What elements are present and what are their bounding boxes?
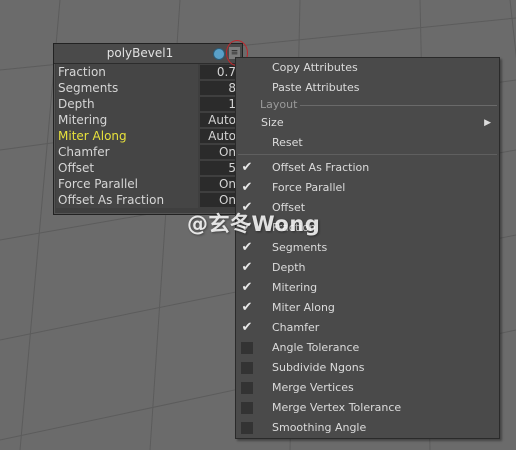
menu-item-label: Copy Attributes: [272, 61, 358, 74]
check-icon: ✔: [241, 180, 253, 195]
menu-item-label: Merge Vertices: [272, 381, 354, 394]
menu-item-label: Offset As Fraction: [272, 161, 370, 174]
attribute-label: Offset As Fraction: [58, 193, 165, 207]
menu-item-label: Chamfer: [272, 321, 320, 334]
watermark: @玄冬Wong: [187, 212, 321, 236]
section-divider: [300, 105, 497, 106]
menu-item-toggle[interactable]: ✔ Depth: [236, 258, 499, 278]
context-menu: Copy Attributes Paste Attributes Layout …: [235, 57, 500, 439]
attribute-label: Depth: [58, 97, 95, 111]
menu-section-layout: Layout: [236, 95, 499, 115]
panel-title: polyBevel1 ≡: [54, 44, 242, 64]
attribute-value-field[interactable]: 5: [200, 161, 238, 175]
menu-item-toggle[interactable]: Merge Vertex Tolerance: [236, 398, 499, 418]
menu-item-toggle[interactable]: ✔ Offset As Fraction: [236, 158, 499, 178]
attribute-row[interactable]: Fraction 0.7: [56, 64, 240, 80]
menu-item-toggle[interactable]: Smoothing Angle: [236, 418, 499, 438]
menu-item-label: Segments: [272, 241, 328, 254]
check-icon: ✔: [241, 300, 253, 315]
attribute-value-field[interactable]: On: [200, 177, 238, 191]
menu-divider: [238, 154, 497, 155]
attribute-row[interactable]: Chamfer On: [56, 144, 240, 160]
unchecked-box: [241, 422, 253, 434]
attribute-row[interactable]: Offset 5: [56, 160, 240, 176]
attribute-value-field[interactable]: 1: [200, 97, 238, 111]
menu-item-label: Reset: [272, 136, 303, 149]
menu-item-reset[interactable]: Reset: [236, 133, 499, 153]
unchecked-box: [241, 342, 253, 354]
attribute-row[interactable]: Segments 8: [56, 80, 240, 96]
check-icon: ✔: [241, 240, 253, 255]
menu-item-toggle[interactable]: Angle Tolerance: [236, 338, 499, 358]
attribute-value-field[interactable]: Auto: [200, 113, 238, 127]
attribute-value-field[interactable]: Auto: [200, 129, 238, 143]
check-icon: ✔: [241, 260, 253, 275]
attribute-label: Fraction: [58, 65, 106, 79]
menu-item-label: Subdivide Ngons: [272, 361, 365, 374]
attribute-label: Mitering: [58, 113, 108, 127]
attribute-label: Segments: [58, 81, 119, 95]
menu-item-toggle[interactable]: Subdivide Ngons: [236, 358, 499, 378]
attribute-label: Miter Along: [58, 129, 127, 143]
check-icon: ✔: [241, 280, 253, 295]
menu-item-label: Mitering: [272, 281, 318, 294]
section-label: Layout: [260, 98, 298, 111]
menu-item-size[interactable]: Size ▶: [236, 113, 499, 133]
attribute-value-field[interactable]: On: [200, 145, 238, 159]
node-name: polyBevel1: [106, 46, 174, 60]
menu-item-label: Force Parallel: [272, 181, 346, 194]
menu-item-toggle[interactable]: ✔ Segments: [236, 238, 499, 258]
menu-item-toggle[interactable]: ✔ Chamfer: [236, 318, 499, 338]
globe-icon[interactable]: [213, 48, 225, 60]
menu-item-label: Depth: [272, 261, 306, 274]
check-icon: ✔: [241, 160, 253, 175]
attribute-row[interactable]: Mitering Auto: [56, 112, 240, 128]
attribute-label: Offset: [58, 161, 95, 175]
unchecked-box: [241, 402, 253, 414]
attribute-panel: polyBevel1 ≡ Fraction 0.7 Segments 8 Depth 1 M…: [53, 43, 243, 215]
menu-item-label: Smoothing Angle: [272, 421, 367, 434]
attribute-row[interactable]: Miter Along Auto: [56, 128, 240, 144]
attribute-value-field[interactable]: 8: [200, 81, 238, 95]
unchecked-box: [241, 362, 253, 374]
attribute-row[interactable]: Offset As Fraction On: [56, 192, 240, 208]
menu-item-label: Size: [261, 116, 284, 129]
check-icon: ✔: [241, 320, 253, 335]
attribute-row[interactable]: Force Parallel On: [56, 176, 240, 192]
menu-item-label: Merge Vertex Tolerance: [272, 401, 402, 414]
chevron-right-icon: ▶: [484, 118, 491, 128]
attribute-label: Chamfer: [58, 145, 110, 159]
menu-item-toggle[interactable]: ✔ Miter Along: [236, 298, 499, 318]
unchecked-box: [241, 382, 253, 394]
attribute-row[interactable]: Depth 1: [56, 96, 240, 112]
menu-item-toggle[interactable]: Merge Vertices: [236, 378, 499, 398]
menu-item-label: Angle Tolerance: [272, 341, 360, 354]
menu-item-toggle[interactable]: ✔ Force Parallel: [236, 178, 499, 198]
menu-item-label: Miter Along: [272, 301, 335, 314]
attribute-value-field[interactable]: On: [200, 193, 238, 207]
attribute-label: Force Parallel: [58, 177, 139, 191]
attribute-value-field[interactable]: 0.7: [200, 65, 238, 79]
menu-item-copy-attributes[interactable]: Copy Attributes: [236, 58, 499, 78]
menu-item-toggle[interactable]: ✔ Mitering: [236, 278, 499, 298]
